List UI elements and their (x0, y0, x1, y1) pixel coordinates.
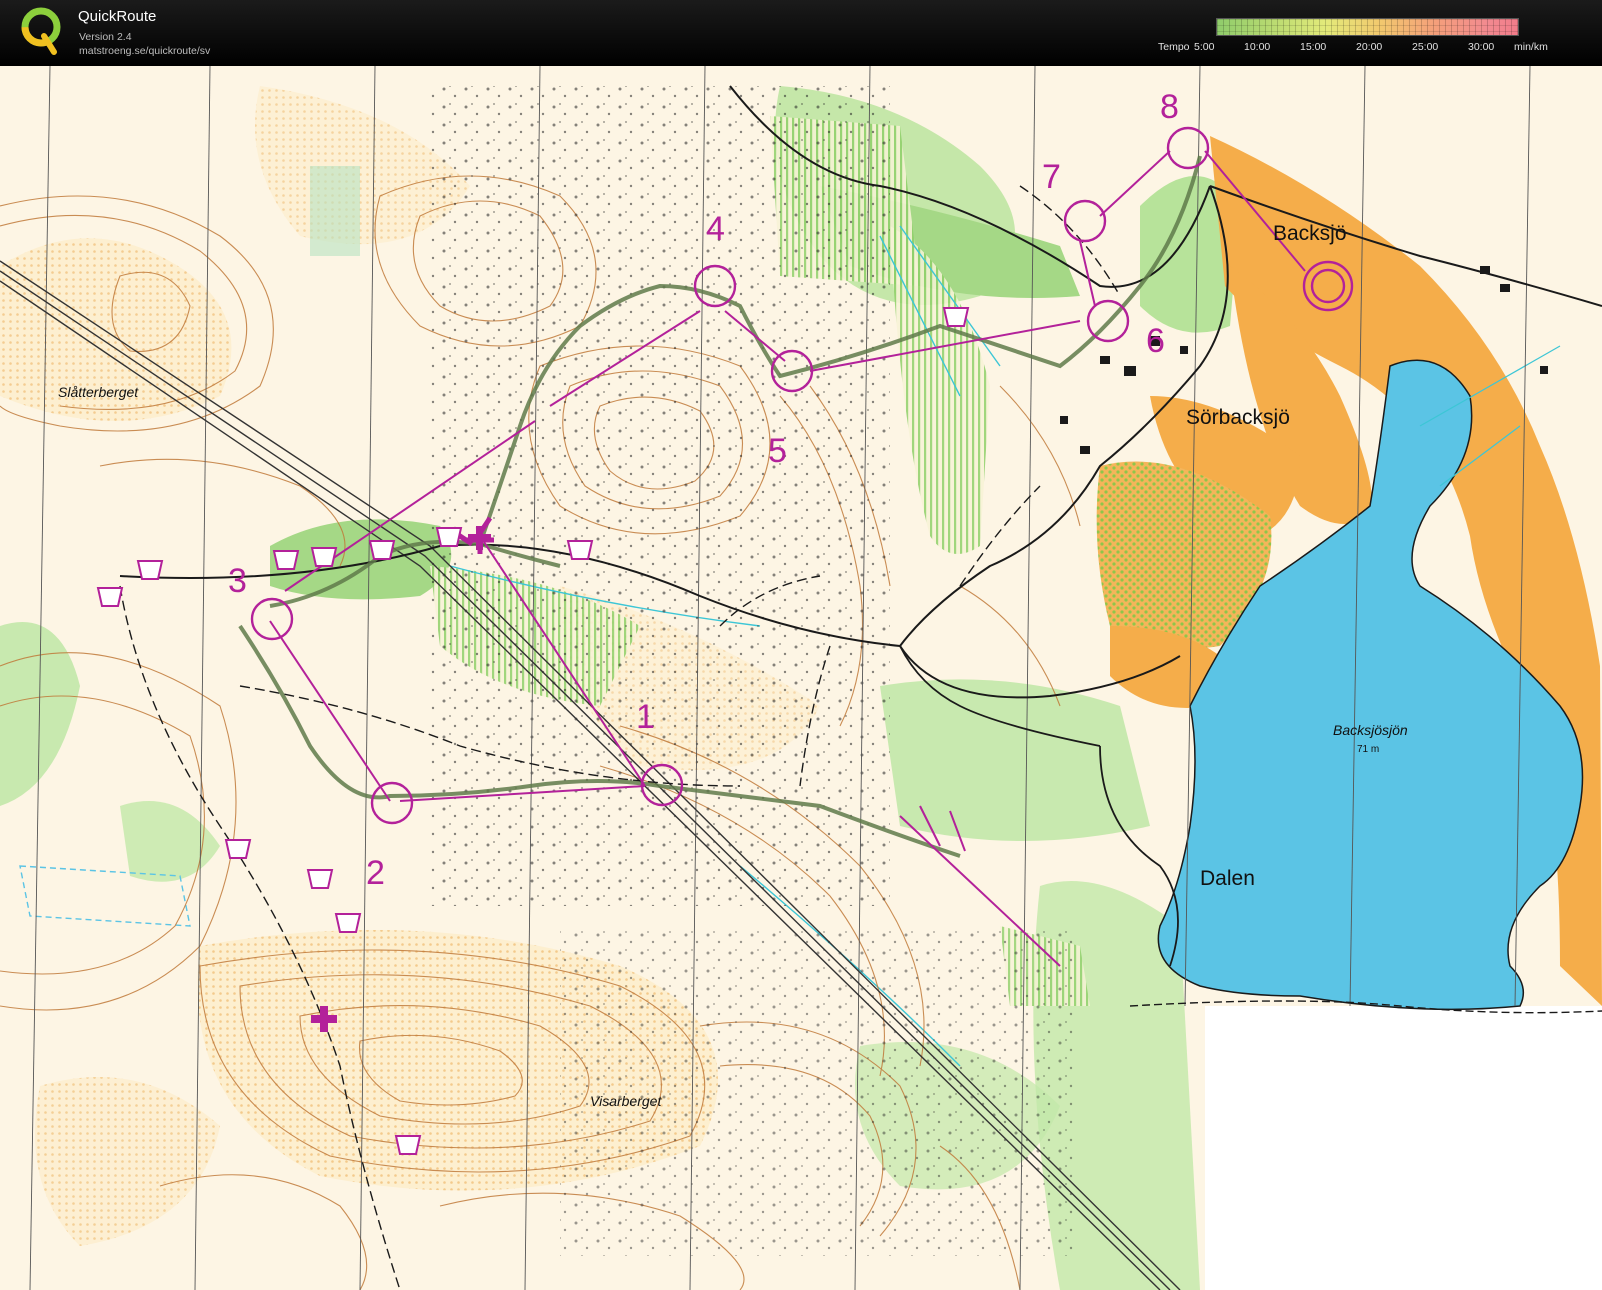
app-header: QuickRoute Version 2.4 matstroeng.se/qui… (0, 0, 1602, 66)
control-number-1[interactable]: 1 (636, 698, 655, 737)
place-name-slatterberget: Slåtterberget (58, 384, 139, 400)
quickroute-q-logo-icon (21, 7, 61, 55)
place-name-backsjo: Backsjö (1273, 222, 1347, 245)
tempo-label: Tempo (1158, 41, 1190, 53)
orienteering-map[interactable]: Backsjö Sörbacksjö Dalen Slåtterberget V… (0, 66, 1602, 1290)
tempo-tick: 5:00 (1194, 41, 1215, 53)
place-name-dalen: Dalen (1200, 867, 1255, 890)
control-number-5[interactable]: 5 (768, 432, 787, 471)
control-number-6[interactable]: 6 (1146, 322, 1165, 361)
tempo-tick: 15:00 (1300, 41, 1327, 53)
app-version: Version 2.4 (79, 31, 132, 43)
control-number-4[interactable]: 4 (706, 210, 725, 249)
lake-elevation: 71 m (1357, 744, 1380, 755)
tempo-tick: 10:00 (1244, 41, 1271, 53)
control-number-2[interactable]: 2 (366, 854, 385, 893)
tempo-color-bar[interactable] (1216, 18, 1519, 36)
tempo-tick: 25:00 (1412, 41, 1439, 53)
app-name: QuickRoute (78, 8, 157, 25)
control-number-3[interactable]: 3 (228, 562, 247, 601)
place-name-visarberget: Visarberget (590, 1093, 662, 1109)
place-name-sorbacksjo: Sörbacksjö (1186, 406, 1290, 429)
map-drawing (0, 66, 1602, 1290)
lake-name: Backsjösjön (1333, 722, 1408, 738)
tempo-unit: min/km (1514, 41, 1548, 53)
app-url[interactable]: matstroeng.se/quickroute/sv (79, 45, 210, 57)
tempo-tick: 20:00 (1356, 41, 1383, 53)
tempo-legend: Tempo 5:00 10:00 15:00 20:00 25:00 30:00… (1140, 16, 1600, 62)
control-number-8[interactable]: 8 (1160, 88, 1179, 127)
tempo-tick: 30:00 (1468, 41, 1495, 53)
control-number-7[interactable]: 7 (1042, 158, 1061, 197)
